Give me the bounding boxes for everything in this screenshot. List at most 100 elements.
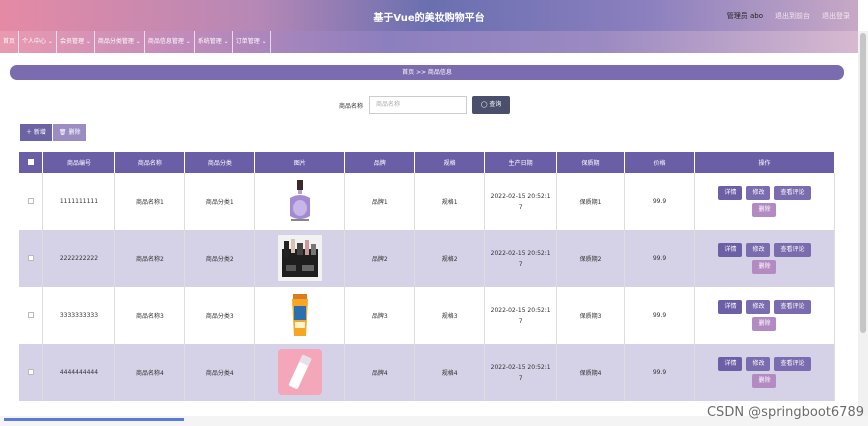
product-image [278,178,322,224]
product-image [278,292,322,338]
product-category: 商品分类3 [184,287,256,344]
row-delete-button[interactable]: 删除 [752,260,777,274]
product-shelf-life: 保质期4 [556,344,626,401]
row-delete-button[interactable]: 删除 [752,317,777,331]
column-header: 规格 [414,152,486,173]
logout-link[interactable]: 退出登录 [822,11,850,21]
column-header: 商品分类 [184,152,256,173]
menu-item-order-management[interactable]: 订单管理 ⌄ [233,31,271,53]
menu-item-home[interactable]: 首页 [0,31,20,53]
row-checkbox[interactable] [27,368,34,375]
current-user: 管理员 abo [726,12,763,20]
edit-button[interactable]: 修改 [746,243,771,257]
detail-button[interactable]: 详情 [718,357,743,371]
row-delete-button[interactable]: 删除 [752,203,777,217]
product-spec: 规格3 [414,287,486,344]
column-header: 生产日期 [484,152,558,173]
product-image-cell [254,230,346,287]
search-button[interactable]: ◯ 查询 [472,96,511,114]
product-brand: 品牌3 [344,287,416,344]
product-id: 3333333333 [42,287,116,344]
product-brand: 品牌1 [344,173,416,230]
product-price: 99.9 [624,287,695,344]
menu-item-system-management[interactable]: 系统管理 ⌄ [195,31,233,53]
table-row: 1111111111 商品名称1 商品分类1 品牌1 规格1 2022-02-1… [19,173,836,230]
product-date: 2022-02-15 20:52:1 7 [484,173,558,230]
product-image-cell [254,344,346,401]
menu-item-personal-center[interactable]: 个人中心 ⌄ [19,31,57,53]
product-name: 商品名称2 [114,230,186,287]
delete-button[interactable]: 🗑 删除 [52,124,87,141]
product-price: 99.9 [624,173,695,230]
product-spec: 规格1 [414,173,486,230]
product-id: 1111111111 [42,173,116,230]
view-comments-button[interactable]: 查看评论 [774,243,811,257]
product-name: 商品名称4 [114,344,186,401]
row-actions: 详情 修改 查看评论 删除 [694,230,836,287]
product-image-cell [254,173,346,230]
row-actions: 详情 修改 查看评论 删除 [694,287,836,344]
edit-button[interactable]: 修改 [746,300,771,314]
view-comments-button[interactable]: 查看评论 [774,186,811,200]
menu-item-category-management[interactable]: 商品分类管理 ⌄ [95,31,145,53]
edit-button[interactable]: 修改 [746,357,771,371]
product-table: 商品编号 商品名称 商品分类 图片 品牌 规格 生产日期 保质期 价格 操作 1… [19,152,836,401]
header-bar: 基于Vue的美妆购物平台 管理员 abo 退出到前台 退出登录 [0,0,858,31]
product-price: 99.9 [624,230,695,287]
row-delete-button[interactable]: 删除 [752,374,777,388]
table-row: 2222222222 商品名称2 商品分类2 品牌2 规格2 2022-02-1… [19,230,836,287]
back-to-frontend-link[interactable]: 退出到前台 [775,11,810,21]
view-comments-button[interactable]: 查看评论 [774,300,811,314]
product-brand: 品牌2 [344,230,416,287]
edit-button[interactable]: 修改 [746,186,771,200]
view-comments-button[interactable]: 查看评论 [774,357,811,371]
product-spec: 规格2 [414,230,486,287]
detail-button[interactable]: 详情 [718,300,743,314]
row-checkbox[interactable] [27,254,34,261]
product-spec: 规格4 [414,344,486,401]
row-checkbox[interactable] [27,311,34,318]
product-id: 2222222222 [42,230,116,287]
product-id: 4444444444 [42,344,116,401]
detail-button[interactable]: 详情 [718,243,743,257]
breadcrumb: 首页 >> 商品信息 [10,65,844,80]
column-header: 商品编号 [42,152,116,173]
product-shelf-life: 保质期3 [556,287,626,344]
table-header-row: 商品编号 商品名称 商品分类 图片 品牌 规格 生产日期 保质期 价格 操作 [19,152,836,173]
product-price: 99.9 [624,344,695,401]
column-header: 商品名称 [114,152,186,173]
product-brand: 品牌4 [344,344,416,401]
product-date: 2022-02-15 20:52:1 7 [484,287,558,344]
product-shelf-life: 保质期1 [556,173,626,230]
menu-item-product-management[interactable]: 商品信息管理 ⌄ [145,31,195,53]
product-category: 商品分类4 [184,344,256,401]
add-button[interactable]: ＋ 新增 [20,124,52,141]
select-all-cell[interactable] [19,152,44,173]
product-image-cell [254,287,346,344]
row-actions: 详情 修改 查看评论 删除 [694,344,836,401]
product-image [277,234,322,281]
search-input[interactable]: 商品名称 [369,96,468,114]
table-row: 3333333333 商品名称3 商品分类3 品牌3 规格3 2022-02-1… [19,287,836,344]
watermark: CSDN @springboot6789 [706,405,864,420]
select-all-checkbox[interactable] [27,158,34,165]
product-shelf-life: 保质期2 [556,230,626,287]
vertical-scrollbar[interactable] [858,31,868,426]
column-header: 操作 [694,152,836,173]
product-image [277,348,322,395]
detail-button[interactable]: 详情 [718,186,743,200]
row-checkbox[interactable] [27,197,34,204]
main-menu: 首页 个人中心 ⌄ 会员管理 ⌄ 商品分类管理 ⌄ 商品信息管理 ⌄ 系统管理 … [0,31,858,53]
product-name: 商品名称1 [114,173,186,230]
search-bar: 商品名称 商品名称 ◯ 查询 [339,96,511,114]
product-name: 商品名称3 [114,287,186,344]
row-actions: 详情 修改 查看评论 删除 [694,173,836,230]
column-header: 图片 [254,152,346,173]
table-row: 4444444444 商品名称4 商品分类4 品牌4 规格4 2022-02-1… [19,344,836,401]
column-header: 保质期 [556,152,626,173]
column-header: 品牌 [344,152,416,173]
product-date: 2022-02-15 20:52:1 7 [484,230,558,287]
menu-item-member-management[interactable]: 会员管理 ⌄ [57,31,95,53]
column-header: 价格 [624,152,695,173]
product-category: 商品分类2 [184,230,256,287]
